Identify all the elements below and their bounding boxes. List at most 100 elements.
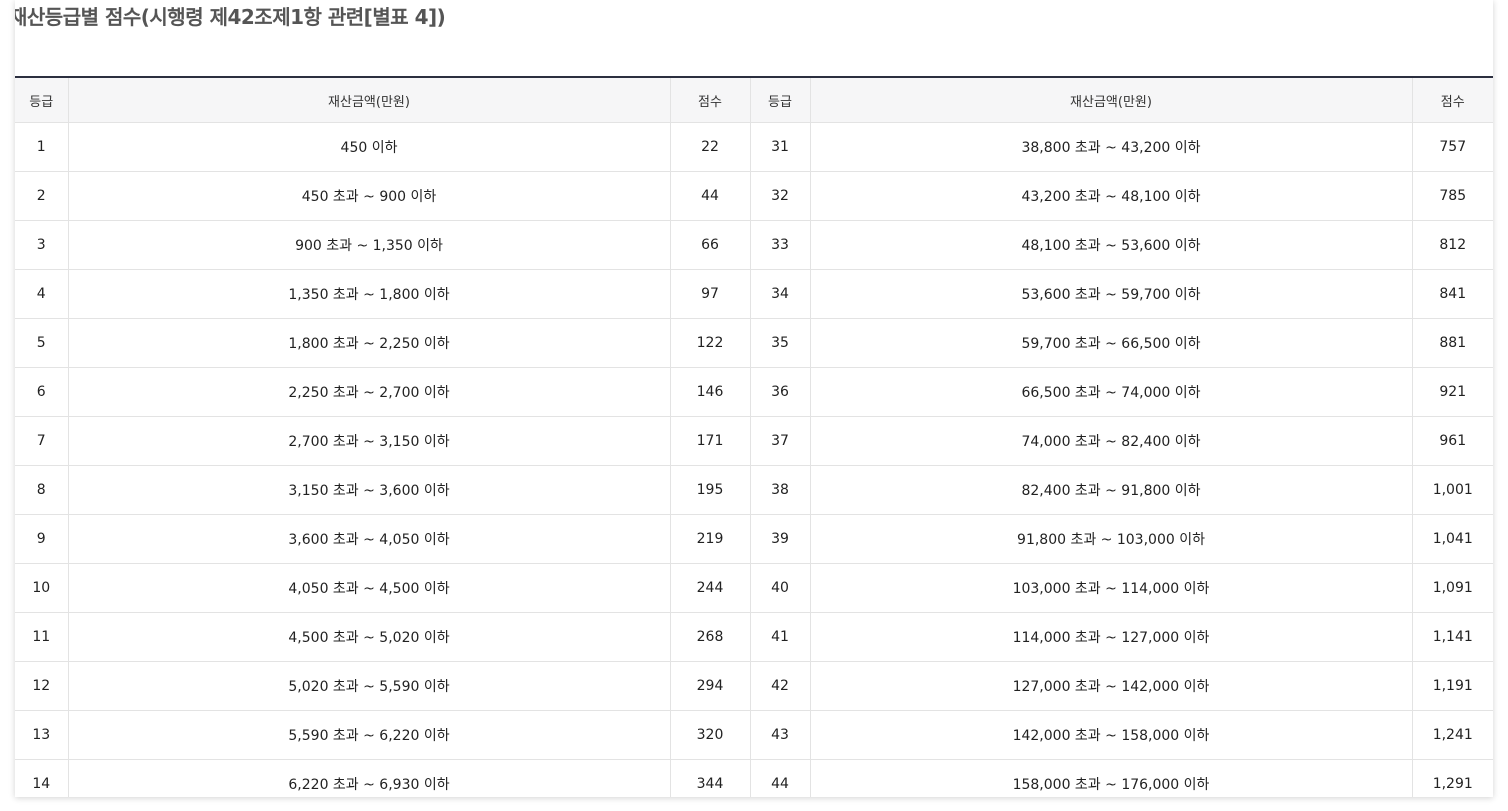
grade-cell: 36 xyxy=(750,367,811,417)
score-cell: 881 xyxy=(1412,318,1493,368)
score-cell: 1,291 xyxy=(1412,759,1493,797)
grade-cell: 35 xyxy=(750,318,811,368)
grade-cell: 38 xyxy=(750,465,811,515)
grade-cell: 9 xyxy=(15,514,69,564)
amount-cell: 103,000 초과 ~ 114,000 이하 xyxy=(810,563,1413,613)
grade-cell: 2 xyxy=(15,171,69,221)
amount-cell: 74,000 초과 ~ 82,400 이하 xyxy=(810,416,1413,466)
score-cell: 122 xyxy=(670,318,751,368)
grade-cell: 4 xyxy=(15,269,69,319)
score-cell: 1,001 xyxy=(1412,465,1493,515)
grade-cell: 10 xyxy=(15,563,69,613)
grade-cell: 37 xyxy=(750,416,811,466)
score-cell: 294 xyxy=(670,661,751,711)
page-title: 재산등급별 점수(시행령 제42조제1항 관련[별표 4]) xyxy=(15,5,446,29)
score-cell: 841 xyxy=(1412,269,1493,319)
grade-cell: 34 xyxy=(750,269,811,319)
grade-cell: 43 xyxy=(750,710,811,760)
table-row: 12 5,020 초과 ~ 5,590 이하 294 42 127,000 초과… xyxy=(15,661,1493,711)
grade-cell: 39 xyxy=(750,514,811,564)
score-cell: 97 xyxy=(670,269,751,319)
table-row: 8 3,150 초과 ~ 3,600 이하 195 38 82,400 초과 ~… xyxy=(15,465,1493,515)
score-cell: 244 xyxy=(670,563,751,613)
table-row: 10 4,050 초과 ~ 4,500 이하 244 40 103,000 초과… xyxy=(15,563,1493,613)
score-cell: 268 xyxy=(670,612,751,662)
header-grade: 등급 xyxy=(15,77,69,123)
score-cell: 921 xyxy=(1412,367,1493,417)
amount-cell: 48,100 초과 ~ 53,600 이하 xyxy=(810,220,1413,270)
amount-cell: 1,350 초과 ~ 1,800 이하 xyxy=(68,269,671,319)
table-row: 6 2,250 초과 ~ 2,700 이하 146 36 66,500 초과 ~… xyxy=(15,367,1493,417)
amount-cell: 3,150 초과 ~ 3,600 이하 xyxy=(68,465,671,515)
grade-cell: 13 xyxy=(15,710,69,760)
score-cell: 195 xyxy=(670,465,751,515)
amount-cell: 2,250 초과 ~ 2,700 이하 xyxy=(68,367,671,417)
score-cell: 320 xyxy=(670,710,751,760)
table-row: 11 4,500 초과 ~ 5,020 이하 268 41 114,000 초과… xyxy=(15,612,1493,662)
grade-cell: 7 xyxy=(15,416,69,466)
header-property-amount: 재산금액(만원) xyxy=(810,77,1413,123)
amount-cell: 38,800 초과 ~ 43,200 이하 xyxy=(810,122,1413,172)
grade-cell: 14 xyxy=(15,759,69,797)
score-cell: 812 xyxy=(1412,220,1493,270)
amount-cell: 59,700 초과 ~ 66,500 이하 xyxy=(810,318,1413,368)
score-cell: 757 xyxy=(1412,122,1493,172)
score-cell: 146 xyxy=(670,367,751,417)
grade-cell: 41 xyxy=(750,612,811,662)
table-body: 1 450 이하 22 31 38,800 초과 ~ 43,200 이하 757… xyxy=(15,122,1493,797)
amount-cell: 91,800 초과 ~ 103,000 이하 xyxy=(810,514,1413,564)
score-cell: 1,091 xyxy=(1412,563,1493,613)
property-score-table: 등급 재산금액(만원) 점수 등급 재산금액(만원) 점수 1 450 이하 2… xyxy=(15,76,1493,797)
amount-cell: 66,500 초과 ~ 74,000 이하 xyxy=(810,367,1413,417)
score-cell: 1,191 xyxy=(1412,661,1493,711)
amount-cell: 158,000 초과 ~ 176,000 이하 xyxy=(810,759,1413,797)
amount-cell: 900 초과 ~ 1,350 이하 xyxy=(68,220,671,270)
grade-cell: 3 xyxy=(15,220,69,270)
grade-cell: 11 xyxy=(15,612,69,662)
table-row: 2 450 초과 ~ 900 이하 44 32 43,200 초과 ~ 48,1… xyxy=(15,171,1493,221)
score-cell: 1,041 xyxy=(1412,514,1493,564)
grade-cell: 32 xyxy=(750,171,811,221)
amount-cell: 3,600 초과 ~ 4,050 이하 xyxy=(68,514,671,564)
header-grade: 등급 xyxy=(750,77,811,123)
amount-cell: 5,590 초과 ~ 6,220 이하 xyxy=(68,710,671,760)
amount-cell: 142,000 초과 ~ 158,000 이하 xyxy=(810,710,1413,760)
score-cell: 1,141 xyxy=(1412,612,1493,662)
table-row: 4 1,350 초과 ~ 1,800 이하 97 34 53,600 초과 ~ … xyxy=(15,269,1493,319)
amount-cell: 82,400 초과 ~ 91,800 이하 xyxy=(810,465,1413,515)
table-row: 5 1,800 초과 ~ 2,250 이하 122 35 59,700 초과 ~… xyxy=(15,318,1493,368)
score-cell: 1,241 xyxy=(1412,710,1493,760)
amount-cell: 43,200 초과 ~ 48,100 이하 xyxy=(810,171,1413,221)
table-row: 7 2,700 초과 ~ 3,150 이하 171 37 74,000 초과 ~… xyxy=(15,416,1493,466)
table-row: 14 6,220 초과 ~ 6,930 이하 344 44 158,000 초과… xyxy=(15,759,1493,797)
score-cell: 961 xyxy=(1412,416,1493,466)
grade-cell: 6 xyxy=(15,367,69,417)
table-row: 9 3,600 초과 ~ 4,050 이하 219 39 91,800 초과 ~… xyxy=(15,514,1493,564)
grade-cell: 44 xyxy=(750,759,811,797)
amount-cell: 4,500 초과 ~ 5,020 이하 xyxy=(68,612,671,662)
amount-cell: 53,600 초과 ~ 59,700 이하 xyxy=(810,269,1413,319)
grade-cell: 33 xyxy=(750,220,811,270)
amount-cell: 450 이하 xyxy=(68,122,671,172)
score-cell: 44 xyxy=(670,171,751,221)
score-cell: 171 xyxy=(670,416,751,466)
grade-cell: 31 xyxy=(750,122,811,172)
grade-cell: 12 xyxy=(15,661,69,711)
header-property-amount: 재산금액(만원) xyxy=(68,77,671,123)
header-score: 점수 xyxy=(670,77,751,123)
grade-cell: 40 xyxy=(750,563,811,613)
table-row: 3 900 초과 ~ 1,350 이하 66 33 48,100 초과 ~ 53… xyxy=(15,220,1493,270)
grade-cell: 5 xyxy=(15,318,69,368)
table-row: 13 5,590 초과 ~ 6,220 이하 320 43 142,000 초과… xyxy=(15,710,1493,760)
score-cell: 785 xyxy=(1412,171,1493,221)
amount-cell: 5,020 초과 ~ 5,590 이하 xyxy=(68,661,671,711)
amount-cell: 1,800 초과 ~ 2,250 이하 xyxy=(68,318,671,368)
header-score: 점수 xyxy=(1412,77,1493,123)
amount-cell: 450 초과 ~ 900 이하 xyxy=(68,171,671,221)
amount-cell: 6,220 초과 ~ 6,930 이하 xyxy=(68,759,671,797)
table-header-row: 등급 재산금액(만원) 점수 등급 재산금액(만원) 점수 xyxy=(15,77,1493,123)
grade-cell: 1 xyxy=(15,122,69,172)
score-cell: 219 xyxy=(670,514,751,564)
amount-cell: 127,000 초과 ~ 142,000 이하 xyxy=(810,661,1413,711)
score-table-card: 재산등급별 점수(시행령 제42조제1항 관련[별표 4]) 등급 재산금액(만… xyxy=(15,0,1493,797)
